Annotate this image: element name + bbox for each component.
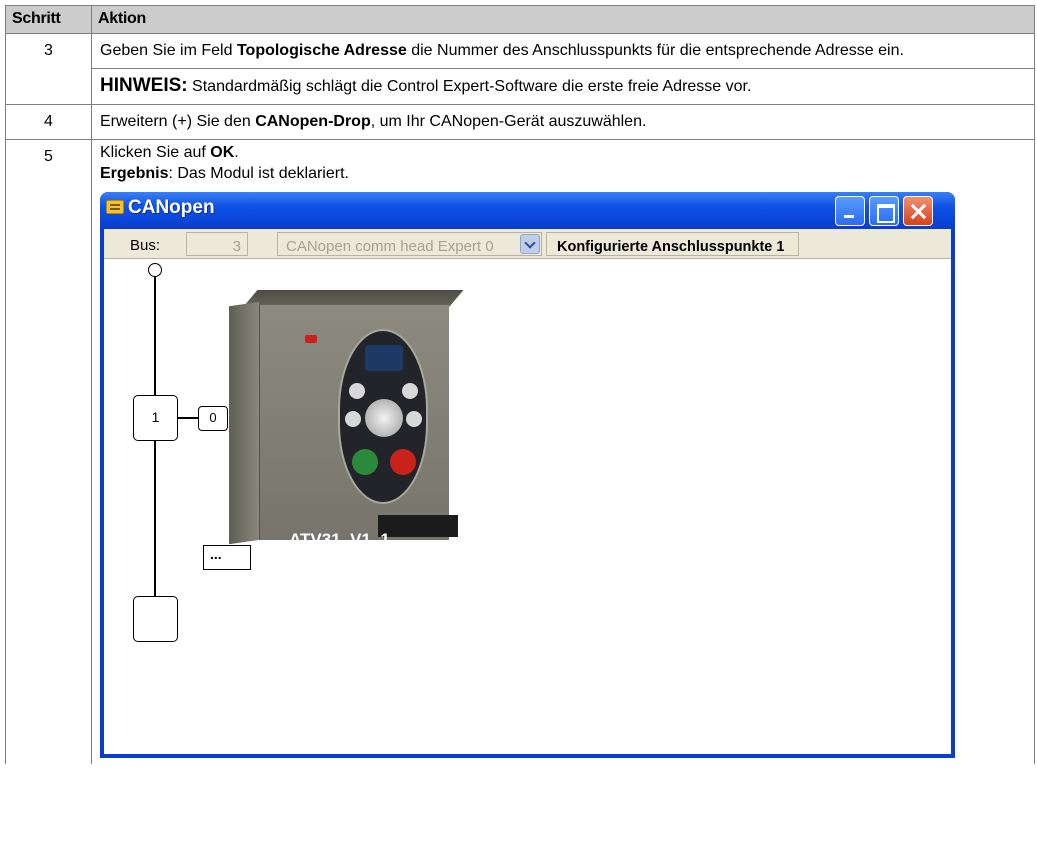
brand-logo-icon [305, 335, 317, 343]
window-titlebar[interactable]: CANopen [100, 192, 955, 228]
keypad-button [349, 383, 365, 399]
step-text: Geben Sie im Feld Topologische Adresse d… [100, 40, 1026, 62]
note-label: HINWEIS: [100, 75, 188, 96]
table-header-row: Schritt Aktion [5, 5, 1035, 34]
note-text: Standardmäßig schlägt die Control Expert… [187, 78, 752, 95]
text-fragment: Geben Sie im Feld [100, 42, 237, 59]
maximize-button[interactable] [869, 196, 899, 226]
bus-number-field[interactable]: 3 [186, 232, 248, 256]
window-client: Bus: 3 CANopen comm head Expert 0 Konfig… [104, 229, 951, 754]
bus-end-terminator [148, 263, 162, 277]
device-connector[interactable]: 0 [198, 406, 228, 431]
bus-line [154, 272, 156, 617]
step-number: 5 [5, 139, 92, 764]
bus-device-select[interactable]: CANopen comm head Expert 0 [277, 232, 542, 256]
connection-point-slot[interactable]: 1 [133, 395, 178, 441]
canopen-window: CANopen Bus: 3 CANopen comm head Expert … [100, 192, 955, 758]
bus-diagram: 1 0 ATV31_V1_1 ... [104, 260, 951, 754]
bus-label: Bus: [130, 237, 161, 254]
text-fragment: , um Ihr CANopen-Gerät auszuwählen. [370, 113, 647, 130]
text-fragment: Klicken Sie auf [100, 144, 211, 161]
drive-keypad [338, 329, 428, 504]
drive-front-face [259, 305, 458, 540]
step-number: 3 [5, 33, 92, 105]
canopen-bus-icon [106, 200, 124, 214]
note-paragraph: HINWEIS: Standardmäßig schlägt die Contr… [92, 68, 1034, 98]
field-name: CANopen-Drop [255, 113, 371, 130]
procedure-table: Schritt Aktion 3 Geben Sie im Feld Topol… [5, 5, 1035, 764]
table-row: 5 Klicken Sie auf OK. Ergebnis: Das Modu… [5, 139, 1035, 764]
window-title: CANopen [128, 197, 215, 218]
table-row: 3 Geben Sie im Feld Topologische Adresse… [5, 33, 1035, 105]
drive-nameplate [378, 515, 458, 537]
more-options-button[interactable]: ... [203, 545, 251, 570]
bus-toolbar: Bus: 3 CANopen comm head Expert 0 Konfig… [104, 229, 951, 259]
atv31-drive-module[interactable]: ATV31_V1_1 [229, 290, 464, 549]
table-row: 4 Erweitern (+) Sie den CANopen-Drop, um… [5, 104, 1035, 140]
step-text: Klicken Sie auf OK. [100, 142, 1026, 164]
text-fragment: die Nummer des Anschlusspunkts für die e… [406, 42, 904, 59]
jog-dial [365, 399, 403, 437]
result-text: : Das Modul ist deklariert. [168, 165, 349, 182]
device-name: ATV31_V1_1 [289, 530, 390, 549]
close-button[interactable] [903, 196, 933, 226]
text-fragment: Erweitern (+) Sie den [100, 113, 256, 130]
stop-button [390, 449, 416, 475]
step-action: Erweitern (+) Sie den CANopen-Drop, um I… [91, 104, 1035, 140]
header-step: Schritt [5, 5, 92, 34]
field-name: OK [210, 144, 235, 161]
keypad-display [365, 345, 403, 371]
run-button [352, 449, 378, 475]
keypad-button [406, 411, 422, 427]
drive-side-face [229, 302, 259, 545]
text-fragment: . [234, 144, 239, 161]
result-label: Ergebnis [100, 165, 169, 182]
keypad-button [402, 383, 418, 399]
keypad-button [345, 411, 361, 427]
step-action: Geben Sie im Feld Topologische Adresse d… [91, 33, 1035, 105]
header-action: Aktion [91, 5, 1035, 34]
field-name: Topologische Adresse [236, 42, 407, 59]
empty-connection-point-slot[interactable] [133, 596, 178, 642]
result-line: Ergebnis: Das Modul ist deklariert. [100, 164, 1026, 184]
step-action: Klicken Sie auf OK. Ergebnis: Das Modul … [91, 139, 1035, 764]
minimize-button[interactable] [835, 196, 865, 226]
chevron-down-icon[interactable] [520, 234, 540, 254]
slot-connector-line [178, 417, 198, 419]
step-number: 4 [5, 104, 92, 140]
configured-connection-points: Konfigurierte Anschlusspunkte 1 [546, 232, 800, 256]
